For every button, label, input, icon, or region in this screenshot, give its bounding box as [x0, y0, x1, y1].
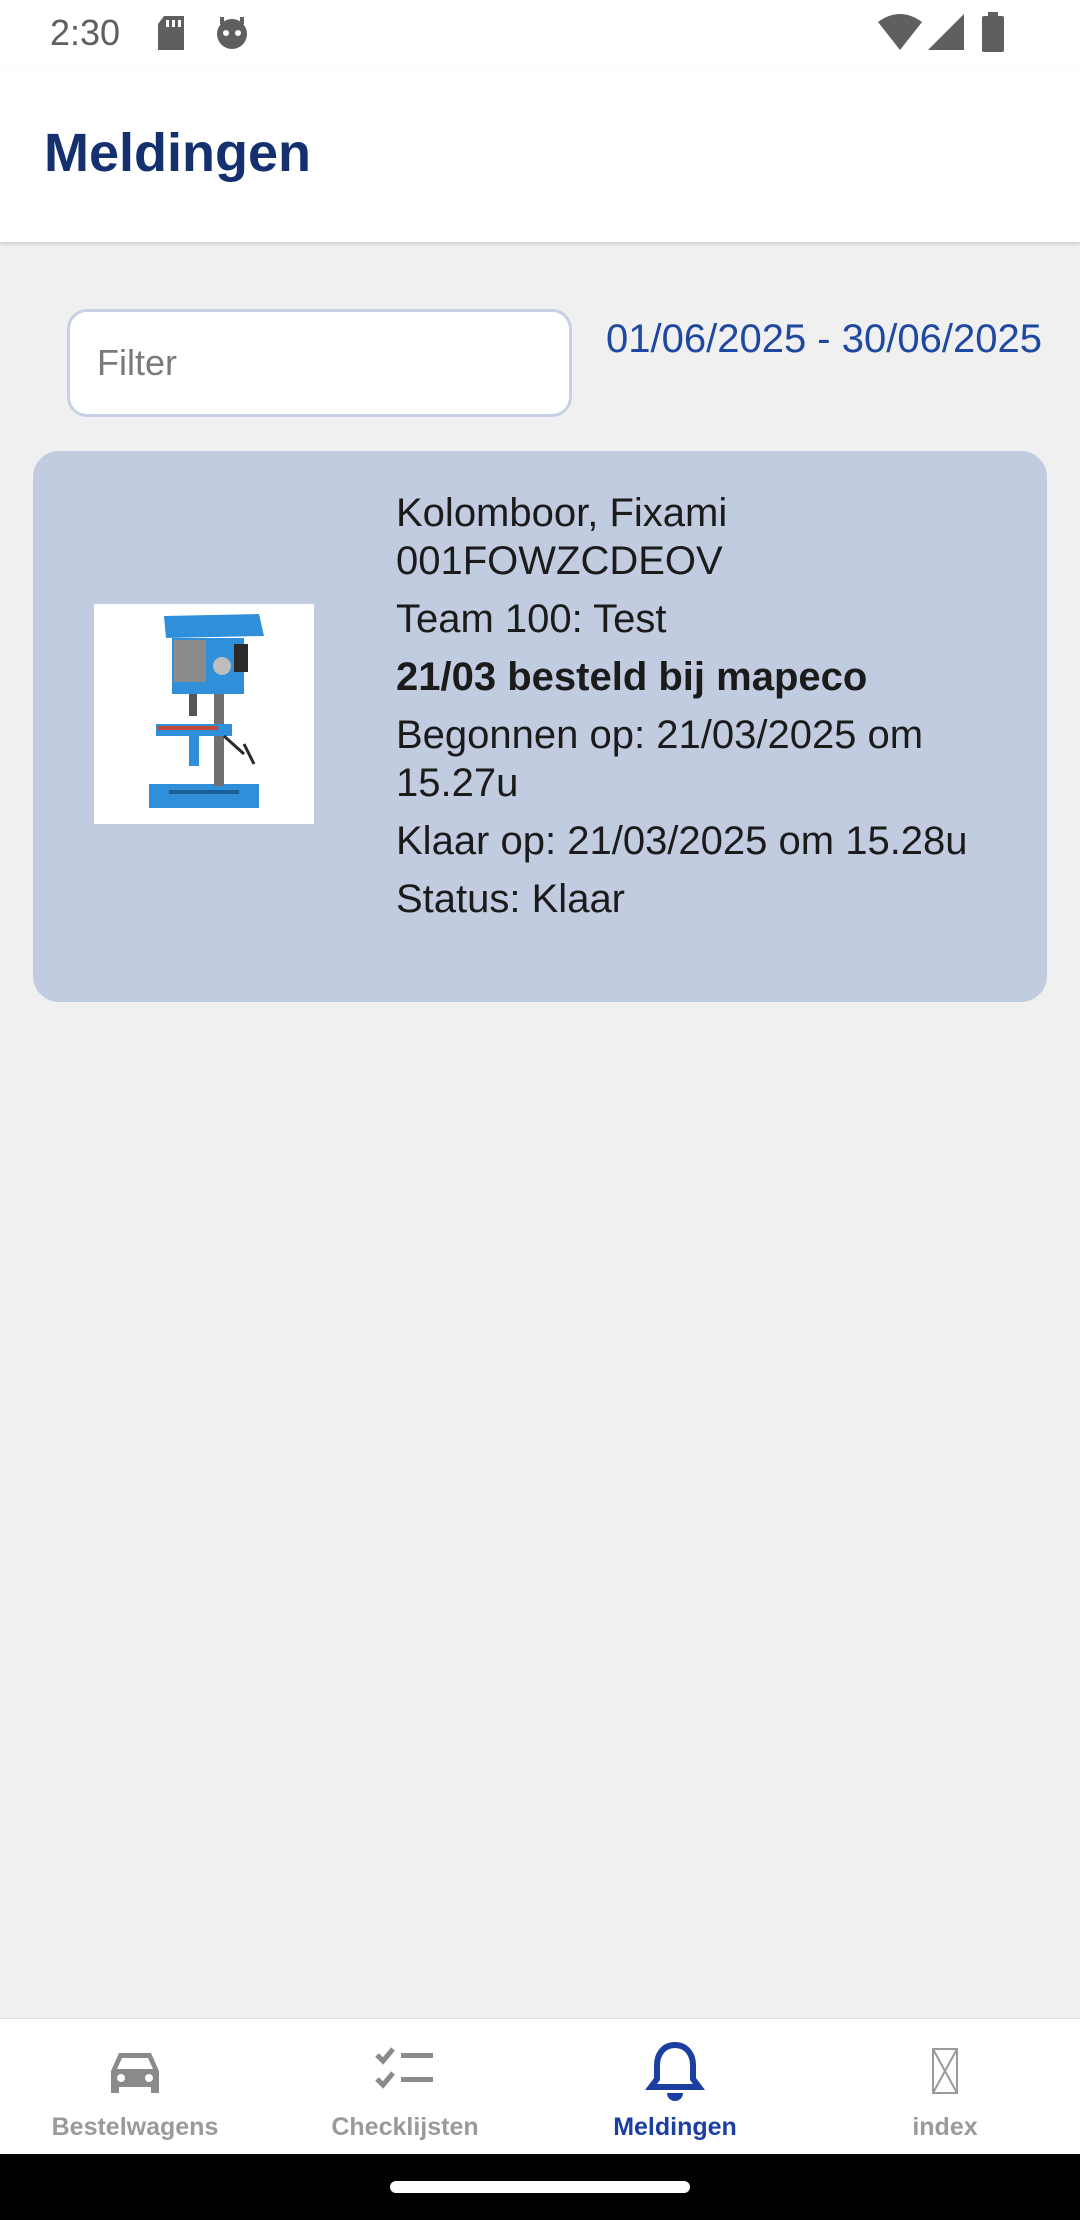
nav-label-bestelwagens: Bestelwagens: [51, 2113, 219, 2141]
nav-item-checklijsten[interactable]: Checklijsten: [270, 2019, 540, 2155]
filter-input[interactable]: [67, 309, 572, 417]
team-label: Team 100: Test: [396, 597, 667, 641]
bell-icon: [645, 2041, 705, 2101]
system-gesture-bar: [0, 2154, 1080, 2220]
cellular-signal-icon: [928, 14, 964, 55]
date-range-selector[interactable]: 01/06/2025 - 30/06/2025: [606, 314, 1046, 365]
home-gesture-handle[interactable]: [390, 2181, 690, 2193]
page-title: Meldingen: [44, 123, 311, 183]
checklist-icon: [375, 2041, 435, 2101]
item-name: Kolomboor, Fixami: [396, 491, 728, 535]
status-time: 2:30: [50, 12, 121, 53]
nav-label-index: index: [912, 2113, 978, 2141]
missing-glyph-icon: [915, 2041, 975, 2101]
status-text: Status: Klaar: [396, 877, 626, 921]
finished-timestamp: Klaar op: 21/03/2025 om 15.28u: [396, 819, 968, 863]
item-code: 001FOWZCDEOV: [396, 539, 723, 583]
nav-item-bestelwagens[interactable]: Bestelwagens: [0, 2019, 270, 2155]
nav-item-meldingen[interactable]: Meldingen: [540, 2019, 810, 2155]
nav-label-meldingen: Meldingen: [613, 2113, 737, 2141]
battery-icon: [982, 12, 1004, 57]
notification-details: Kolomboor, Fixami 001FOWZCDEOV Team 100:…: [396, 489, 1036, 933]
robot-face-icon: [214, 16, 250, 55]
sd-card-icon: [156, 16, 186, 55]
nav-item-index[interactable]: index: [810, 2019, 1080, 2155]
bottom-navigation: Bestelwagens Checklijsten Meldingen inde…: [0, 2018, 1080, 2154]
app-bar: Meldingen: [0, 66, 1080, 242]
notification-card[interactable]: Kolomboor, Fixami 001FOWZCDEOV Team 100:…: [33, 451, 1047, 1002]
wifi-icon: [878, 14, 922, 55]
nav-label-checklijsten: Checklijsten: [331, 2113, 479, 2141]
drill-press-icon: [94, 604, 314, 824]
started-timestamp: Begonnen op: 21/03/2025 om 15.27u: [396, 713, 924, 805]
car-icon: [105, 2041, 165, 2101]
status-bar: 2:30: [0, 0, 1080, 66]
remark-text: 21/03 besteld bij mapeco: [396, 655, 868, 699]
